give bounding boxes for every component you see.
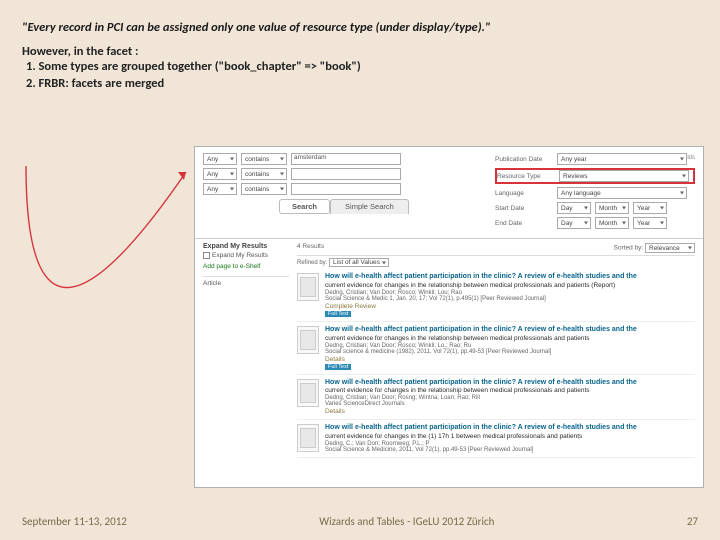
pubdate-label: Publication Date <box>495 156 553 163</box>
result-cat: Details <box>325 356 695 363</box>
resource-type-highlight: Resource Type Reviews <box>495 168 695 184</box>
field-dd[interactable]: Any <box>203 168 237 180</box>
month-dd[interactable]: Month <box>595 217 629 229</box>
term-input[interactable]: amsterdam <box>291 153 401 165</box>
results-count: 4 Results <box>297 243 324 253</box>
result-src: Social Science & Medicine, 2011, Vol 72(… <box>325 447 695 453</box>
result-sub: current evidence for changes in the (1) … <box>325 433 695 440</box>
result-sub: current evidence for changes in the rela… <box>325 335 695 342</box>
facet-article[interactable]: Article <box>203 276 289 287</box>
year-dd[interactable]: Year <box>633 202 667 214</box>
result-cat: Complete Review <box>325 303 695 310</box>
day-dd[interactable]: Day <box>557 217 591 229</box>
start-label: Start Date <box>495 205 553 212</box>
restype-dd[interactable]: Reviews <box>559 170 689 182</box>
result-sub: current evidence for changes in the rela… <box>325 282 695 289</box>
result-src: Varies ScienceDirect Journals <box>325 401 695 407</box>
pci-quote: "Every record in PCI can be assigned onl… <box>22 20 698 36</box>
result-title[interactable]: How will e-health affect patient partici… <box>325 379 695 387</box>
op-dd[interactable]: contains <box>241 168 287 180</box>
field-dd[interactable]: Any <box>203 153 237 165</box>
lang-dd[interactable]: Any language <box>557 187 687 199</box>
fulltext-badge[interactable]: Full Text <box>325 311 351 317</box>
year-dd[interactable]: Year <box>633 217 667 229</box>
result-src: Social science & medicine (1982), 2011, … <box>325 349 695 355</box>
result-item: How will e-health affect patient partici… <box>297 420 695 458</box>
term-input[interactable] <box>291 183 401 195</box>
result-item: How will e-health affect patient partici… <box>297 269 695 322</box>
thumb-icon <box>297 424 319 452</box>
result-src: Social Science & Medic 1, Jan. 20, 17; V… <box>325 296 695 302</box>
screenshot-region: reset all fields Any contains amsterdam … <box>194 146 704 488</box>
result-title[interactable]: How will e-health affect patient partici… <box>325 424 695 432</box>
field-dd[interactable]: Any <box>203 183 237 195</box>
day-dd[interactable]: Day <box>557 202 591 214</box>
refined-by: Refined by: <box>297 260 327 266</box>
result-title[interactable]: How will e-health affect patient partici… <box>325 273 695 281</box>
lang-label: Language <box>495 190 553 197</box>
search-row-1: Any contains amsterdam <box>203 153 487 165</box>
term-input[interactable] <box>291 168 401 180</box>
thumb-icon <box>297 273 319 301</box>
expand-cb[interactable]: Expand My Results <box>203 252 289 259</box>
fulltext-badge[interactable]: Full Text <box>325 364 351 370</box>
simple-search-tab[interactable]: Simple Search <box>330 199 409 214</box>
month-dd[interactable]: Month <box>595 202 629 214</box>
result-sub: current evidence for changes in the rela… <box>325 387 695 394</box>
search-row-2: Any contains <box>203 168 487 180</box>
result-title[interactable]: How will e-health affect patient partici… <box>325 326 695 334</box>
op-dd[interactable]: contains <box>241 183 287 195</box>
restype-label: Resource Type <box>497 173 555 180</box>
arrow-annotation <box>16 146 198 446</box>
however-line: However, in the facet : <box>22 44 698 59</box>
refined-dd[interactable]: List of all Values <box>329 258 389 267</box>
facet-header: Expand My Results <box>203 243 289 250</box>
op-dd[interactable]: contains <box>241 153 287 165</box>
thumb-icon <box>297 326 319 354</box>
search-row-3: Any contains <box>203 183 487 195</box>
sorted-by: Sorted by: <box>614 245 644 252</box>
footer-title: Wizards and Tables - IGeLU 2012 Zürich <box>319 515 494 528</box>
footer-page: 27 <box>687 515 698 528</box>
pubdate-dd[interactable]: Any year <box>557 153 687 165</box>
sort-dd[interactable]: Relevance <box>645 243 695 253</box>
add-page-link[interactable]: Add page to e-Shelf <box>203 263 289 270</box>
result-item: How will e-health affect patient partici… <box>297 322 695 375</box>
list-item-2: 2. FRBR: facets are merged <box>26 76 698 92</box>
search-button[interactable]: Search <box>279 199 330 214</box>
list-item-1: 1. Some types are grouped together ("boo… <box>26 59 698 75</box>
end-label: End Date <box>495 220 553 227</box>
result-cat: Details <box>325 408 695 415</box>
result-item: How will e-health affect patient partici… <box>297 375 695 421</box>
footer-date: September 11-13, 2012 <box>22 515 127 528</box>
thumb-icon <box>297 379 319 407</box>
